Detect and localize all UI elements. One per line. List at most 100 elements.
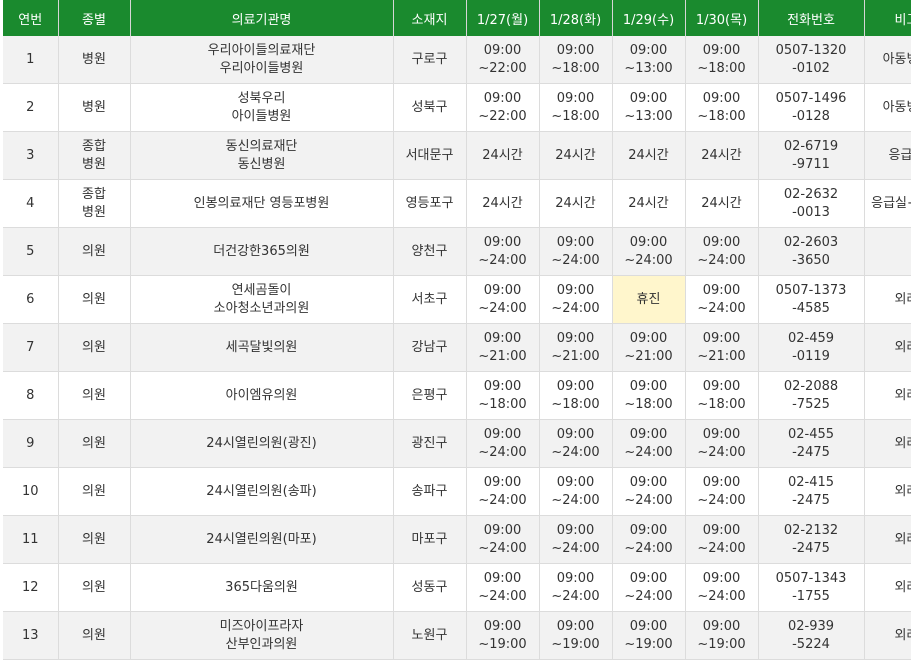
cell-day-1-hours: 09:00 ~19:00 [466,611,540,660]
cell-location: 송파구 [393,467,467,516]
cell-day-1-hours-line: ~24:00 [478,588,527,604]
cell-day-4-hours-line: ~24:00 [697,540,746,556]
cell-phone-line: 02-939 [787,618,835,634]
cell-type: 의원 [58,611,131,660]
cell-day-4-hours-line: 09:00 [702,474,741,490]
cell-note: 외래 [864,323,911,372]
cell-day-2-hours-line: ~19:00 [551,636,600,652]
cell-day-1-hours: 09:00 ~24:00 [466,467,540,516]
cell-phone-line: -0013 [792,204,830,220]
cell-day-4-hours: 09:00 ~24:00 [685,563,759,612]
cell-type-line: 병원 [82,99,106,115]
cell-day-4-hours-line: ~24:00 [697,252,746,268]
cell-day-1-hours-line: 24시간 [482,195,523,211]
header-phone: 전화번호 [758,0,865,36]
cell-clinic-name-line: 24시열린의원(송파) [206,483,317,499]
cell-day-4-hours-line: 09:00 [702,378,741,394]
cell-location: 서초구 [393,275,467,324]
cell-phone: 02-455 -2475 [758,419,865,468]
cell-day-2-hours-line: ~24:00 [551,444,600,460]
cell-day-4-hours-line: 24시간 [701,147,742,163]
cell-day-4-hours-line: ~19:00 [697,636,746,652]
cell-day-3-hours: 09:00 ~13:00 [612,36,686,84]
cell-location: 강남구 [393,323,467,372]
header-note: 비고 [864,0,911,36]
cell-day-1-hours: 24시간 [466,179,540,228]
cell-day-3-hours-line: 09:00 [629,474,668,490]
cell-no: 10 [3,467,59,516]
cell-day-1-hours-line: 09:00 [483,234,522,250]
cell-day-3-hours-line: 09:00 [629,426,668,442]
cell-day-4-hours: 09:00 ~19:00 [685,611,759,660]
cell-note: 외래 [864,611,911,660]
cell-clinic-name: 24시열린의원(광진) [130,419,394,468]
table-row: 8 의원 아이엠유의원 은평구 09:00 ~18:00 09:00 ~18:00 09:00 ~… [3,371,911,420]
cell-day-4-hours-line: ~24:00 [697,492,746,508]
cell-day-1-hours-line: ~24:00 [478,300,527,316]
cell-phone-line: -9711 [792,156,830,172]
table-row: 11 의원 24시열린의원(마포) 마포구 09:00 ~24:00 09:00 ~24:00… [3,515,911,564]
cell-location: 노원구 [393,611,467,660]
cell-day-2-hours-line: 09:00 [556,234,595,250]
cell-day-4-hours: 24시간 [685,131,759,180]
cell-day-2-hours: 09:00 ~24:00 [539,227,613,276]
cell-day-1-hours: 24시간 [466,131,540,180]
cell-day-3-hours-line: 24시간 [628,195,669,211]
cell-note: 외래 [864,275,911,324]
cell-clinic-name-line: 우리아이들의료재단 [207,42,316,58]
cell-day-1-hours-line: ~19:00 [478,636,527,652]
cell-no: 8 [3,371,59,420]
cell-type-line: 의원 [82,291,106,307]
cell-day-3-hours-line: 09:00 [629,234,668,250]
table-row: 4 종합 병원 인봉의료재단 영등포병원 영등포구 24시간 24시간 24시간 24시간 02-… [3,179,911,228]
cell-no: 13 [3,611,59,660]
cell-day-1-hours-line: 09:00 [483,330,522,346]
cell-day-3-hours-line: ~21:00 [624,348,673,364]
cell-phone-line: 0507-1320 [775,42,847,58]
cell-phone: 0507-1496 -0128 [758,83,865,132]
cell-type-line: 의원 [82,483,106,499]
cell-type-line: 병원 [82,204,106,220]
cell-day-3-hours-line: 09:00 [629,42,668,58]
table-row: 2 병원 성북우리 아이들병원 성북구 09:00 ~22:00 09:00 ~18:00 09:… [3,83,911,132]
cell-day-4-hours-line: 09:00 [702,42,741,58]
cell-day-3-hours-line: ~24:00 [624,588,673,604]
cell-phone-line: 02-6719 [783,138,839,154]
cell-day-3-hours-line: ~24:00 [624,252,673,268]
cell-clinic-name: 동신의료재단 동신병원 [130,131,394,180]
cell-day-4-hours-line: ~24:00 [697,588,746,604]
cell-day-3-hours: 09:00 ~19:00 [612,611,686,660]
cell-day-3-hours: 24시간 [612,131,686,180]
cell-day-4-hours-line: ~21:00 [697,348,746,364]
cell-day-2-hours-line: ~18:00 [551,108,600,124]
cell-day-4-hours-line: 09:00 [702,522,741,538]
cell-clinic-name: 24시열린의원(마포) [130,515,394,564]
cell-day-1-hours-line: ~18:00 [478,396,527,412]
cell-day-2-hours: 09:00 ~18:00 [539,36,613,84]
cell-day-4-hours: 09:00 ~18:00 [685,36,759,84]
cell-day-1-hours-line: 09:00 [483,474,522,490]
cell-day-4-hours-line: 09:00 [702,618,741,634]
cell-clinic-name: 인봉의료재단 영등포병원 [130,179,394,228]
table-row: 9 의원 24시열린의원(광진) 광진구 09:00 ~24:00 09:00 ~24:00 0… [3,419,911,468]
cell-day-2-hours-line: ~24:00 [551,492,600,508]
cell-day-1-hours-line: 09:00 [483,282,522,298]
cell-phone-line: -4585 [792,300,830,316]
cell-type-line: 병원 [82,51,106,67]
cell-day-4-hours: 09:00 ~24:00 [685,419,759,468]
cell-type: 의원 [58,323,131,372]
cell-day-4-hours-line: ~24:00 [697,444,746,460]
cell-day-2-hours: 09:00 ~24:00 [539,515,613,564]
cell-day-3-hours-line: 09:00 [629,570,668,586]
header-name: 의료기관명 [130,0,394,36]
cell-day-1-hours: 09:00 ~24:00 [466,515,540,564]
cell-day-1-hours-line: 09:00 [483,90,522,106]
cell-day-4-hours-line: 09:00 [702,330,741,346]
cell-day-4-hours: 09:00 ~18:00 [685,83,759,132]
cell-day-4-hours: 09:00 ~21:00 [685,323,759,372]
cell-day-2-hours-line: 09:00 [556,378,595,394]
cell-day-2-hours-line: 09:00 [556,42,595,58]
cell-clinic-name-line: 동신병원 [237,156,286,172]
cell-location: 광진구 [393,419,467,468]
cell-day-4-hours: 09:00 ~18:00 [685,371,759,420]
